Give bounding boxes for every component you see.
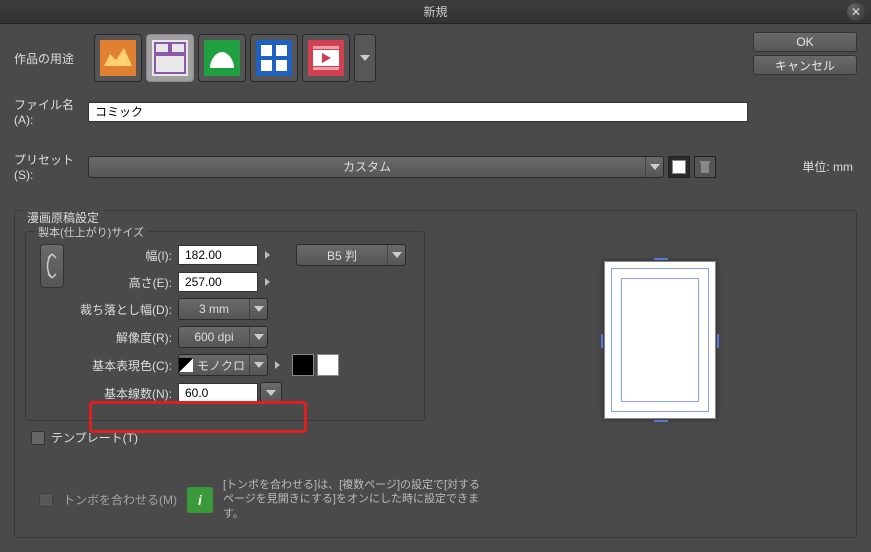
preset-label: プリセット(S): [14,151,88,182]
info-icon: i [187,487,213,513]
screen-freq-combo[interactable] [260,382,282,404]
align-crop-label: トンボを合わせる(M) [63,491,177,508]
purpose-animation[interactable] [302,34,350,82]
purpose-more-button[interactable] [354,34,376,82]
color-menu[interactable] [268,355,286,375]
height-label: 高さ(E): [72,274,178,291]
ok-button[interactable]: OK [753,32,857,52]
base-color-combo[interactable]: モノクロ [178,354,268,376]
close-button[interactable]: ✕ [847,3,865,21]
template-checkbox[interactable] [31,431,45,445]
purpose-webtoon[interactable] [250,34,298,82]
window-title: 新規 [423,3,447,20]
align-crop-checkbox [39,493,53,507]
info-text: [トンボを合わせる]は、[複数ページ]の設定で[対するページを見開きにする]をオ… [223,478,483,521]
bleed-combo[interactable]: 3 mm [178,298,268,320]
purpose-print[interactable] [198,34,246,82]
paper-size-combo[interactable]: B5 判 [296,244,406,266]
height-input[interactable]: 257.00 [178,272,258,292]
page-preview [604,261,716,419]
preset-delete-button[interactable] [694,156,716,178]
black-swatch[interactable] [292,354,314,376]
resolution-label: 解像度(R): [72,329,178,346]
bleed-label: 裁ち落とし幅(D): [72,301,178,318]
purpose-illustration[interactable] [94,34,142,82]
bw-icon [179,358,193,372]
width-label: 幅(I): [72,247,178,264]
template-label: テンプレート(T) [51,429,138,446]
white-swatch[interactable] [317,354,339,376]
base-color-label: 基本表現色(C): [72,357,178,374]
unit-label: 単位: mm [802,158,853,175]
bind-size-title: 製本(仕上がり)サイズ [34,224,148,240]
cancel-button[interactable]: キャンセル [753,55,857,75]
purpose-label: 作品の用途 [14,50,88,67]
filename-label: ファイル名(A): [14,96,88,127]
screen-freq-input[interactable]: 60.0 [178,383,258,403]
width-menu[interactable] [258,245,276,265]
screen-freq-label: 基本線数(N): [72,385,178,402]
width-input[interactable]: 182.00 [178,245,258,265]
height-menu[interactable] [258,272,276,292]
preset-save-button[interactable] [668,156,690,178]
filename-input[interactable]: コミック [88,102,748,122]
purpose-comic[interactable] [146,34,194,82]
orientation-button[interactable] [40,244,64,288]
resolution-combo[interactable]: 600 dpi [178,326,268,348]
preset-combo[interactable]: カスタム [88,156,664,178]
